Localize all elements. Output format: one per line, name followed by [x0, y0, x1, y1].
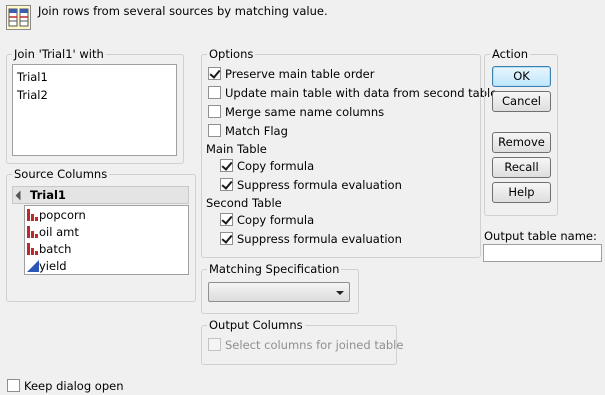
dialog-description: Join rows from several sources by matchi…	[38, 4, 328, 18]
list-item-trial1[interactable]: Trial1	[13, 68, 176, 86]
second-copy-formula-option[interactable]: Copy formula	[220, 212, 314, 228]
main-suppress-eval-option[interactable]: Suppress formula evaluation	[220, 177, 402, 193]
output-table-name-input[interactable]	[483, 244, 602, 262]
join-table-icon	[6, 5, 31, 30]
update-main-option[interactable]: Update main table with data from second …	[208, 85, 497, 101]
cancel-button[interactable]: Cancel	[492, 91, 551, 112]
list-item[interactable]: batch	[27, 241, 71, 258]
checkbox-label: Keep dialog open	[24, 379, 124, 393]
checkbox-label: Merge same name columns	[225, 105, 385, 119]
select-columns-checkbox[interactable]	[208, 338, 221, 351]
output-columns-legend: Output Columns	[209, 318, 303, 332]
column-name: batch	[39, 242, 72, 256]
merge-same-option[interactable]: Merge same name columns	[208, 104, 384, 120]
match-flag-option[interactable]: Match Flag	[208, 123, 288, 139]
checkbox-label: Update main table with data from second …	[225, 86, 498, 100]
second-suppress-eval-option[interactable]: Suppress formula evaluation	[220, 231, 402, 247]
matching-spec-legend: Matching Specification	[209, 262, 340, 276]
remove-button[interactable]: Remove	[492, 132, 551, 153]
second-copy-formula-checkbox[interactable]	[220, 213, 233, 226]
checkbox-label: Suppress formula evaluation	[237, 178, 402, 192]
select-columns-option[interactable]: Select columns for joined table	[208, 337, 403, 353]
options-legend: Options	[209, 47, 254, 61]
column-name: oil amt	[39, 225, 79, 239]
column-name: popcorn	[39, 208, 86, 222]
nominal-bar-icon	[27, 226, 39, 238]
match-flag-checkbox[interactable]	[208, 124, 221, 137]
nominal-bar-icon	[27, 243, 39, 255]
update-main-checkbox[interactable]	[208, 86, 221, 99]
column-name: yield	[39, 259, 67, 273]
second-table-heading: Second Table	[206, 196, 282, 210]
keep-open-option[interactable]: Keep dialog open	[7, 378, 124, 394]
checkbox-label: Suppress formula evaluation	[237, 232, 402, 246]
list-item[interactable]: oil amt	[27, 224, 79, 241]
preserve-order-checkbox[interactable]	[208, 67, 221, 80]
collapse-triangle-icon[interactable]	[15, 190, 26, 201]
recall-button[interactable]: Recall	[492, 157, 551, 178]
output-table-name-label: Output table name:	[484, 229, 597, 243]
continuous-triangle-icon	[27, 260, 39, 272]
checkbox-label: Match Flag	[225, 124, 288, 138]
main-copy-formula-option[interactable]: Copy formula	[220, 158, 314, 174]
preserve-order-option[interactable]: Preserve main table order	[208, 66, 374, 82]
checkbox-label: Copy formula	[237, 213, 315, 227]
checkbox-label: Select columns for joined table	[225, 338, 404, 352]
keep-open-checkbox[interactable]	[7, 379, 20, 392]
help-button[interactable]: Help	[492, 182, 551, 203]
source-columns-legend: Source Columns	[14, 167, 108, 181]
checkbox-label: Copy formula	[237, 159, 315, 173]
list-item-trial2[interactable]: Trial2	[13, 86, 176, 104]
main-suppress-eval-checkbox[interactable]	[220, 178, 233, 191]
list-item[interactable]: yield	[27, 258, 67, 275]
ok-button[interactable]: OK	[492, 66, 551, 87]
list-item[interactable]: popcorn	[27, 207, 86, 224]
second-suppress-eval-checkbox[interactable]	[220, 232, 233, 245]
matching-spec-dropdown[interactable]	[208, 282, 350, 302]
checkbox-label: Preserve main table order	[225, 67, 375, 81]
action-legend: Action	[492, 47, 529, 61]
source-table-name: Trial1	[30, 188, 66, 202]
source-table-header[interactable]: Trial1	[12, 186, 189, 204]
main-table-heading: Main Table	[206, 142, 267, 156]
join-with-legend: Join 'Trial1' with	[14, 47, 104, 61]
nominal-bar-icon	[27, 209, 39, 221]
join-table-list[interactable]: Trial1 Trial2	[12, 64, 177, 156]
merge-same-checkbox[interactable]	[208, 105, 221, 118]
main-copy-formula-checkbox[interactable]	[220, 159, 233, 172]
source-columns-list[interactable]: popcorn oil amt batch yield	[24, 205, 189, 275]
chevron-down-icon	[336, 291, 344, 295]
